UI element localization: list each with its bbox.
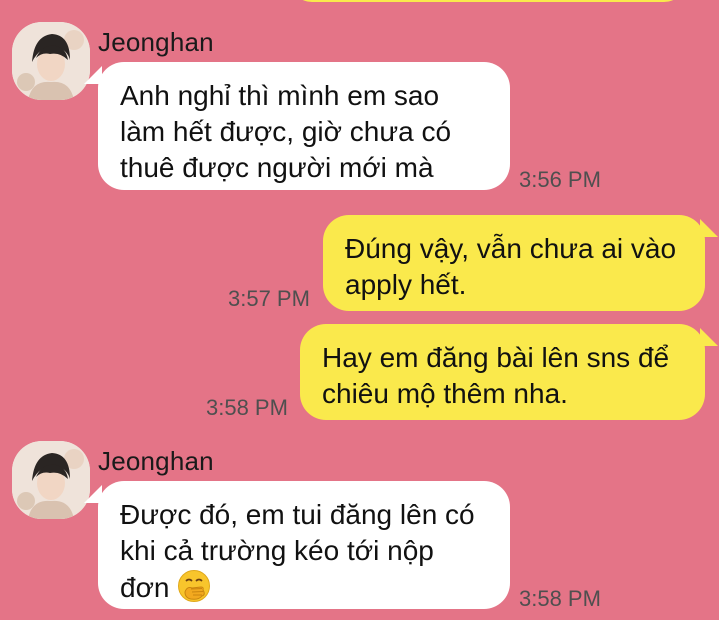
message-timestamp: 3:58 PM (519, 586, 601, 611)
message-bubble-incoming[interactable]: Được đó, em tui đăng lên có khi cả trườn… (98, 481, 510, 609)
message-text-line-with-emoji: đơn (120, 569, 488, 606)
message-bubble-outgoing[interactable]: Đúng vậy, vẫn chưa ai vào apply hết. (323, 215, 705, 311)
message-text-line: khi cả trường kéo tới nộp (120, 535, 434, 566)
chat-window: Jeonghan Anh nghỉ thì mình em sao làm hế… (0, 0, 719, 620)
message-text-line: Hay em đăng bài lên sns để (322, 342, 670, 373)
sender-name: Jeonghan (98, 27, 214, 57)
avatar-photo-icon (12, 441, 90, 519)
message-text-line: Anh nghỉ thì mình em sao (120, 80, 440, 111)
sender-name: Jeonghan (98, 446, 214, 476)
avatar[interactable] (12, 441, 90, 519)
message-text-line: chiêu mộ thêm nha. (322, 378, 568, 409)
message-text-line: Đúng vậy, vẫn chưa ai vào (345, 233, 677, 264)
message-text-line: làm hết được, giờ chưa có (120, 116, 452, 147)
previous-message-bubble[interactable] (290, 0, 686, 2)
message-timestamp: 3:57 PM (228, 286, 310, 311)
message-timestamp: 3:56 PM (519, 167, 601, 192)
message-bubble-incoming[interactable]: Anh nghỉ thì mình em sao làm hết được, g… (98, 62, 510, 190)
message-text-line: Được đó, em tui đăng lên có (120, 499, 475, 530)
bubble-tail (700, 219, 718, 237)
message-timestamp: 3:58 PM (206, 395, 288, 420)
avatar[interactable] (12, 22, 90, 100)
message-text-line: apply hết. (345, 269, 467, 300)
message-bubble-outgoing[interactable]: Hay em đăng bài lên sns để chiêu mộ thêm… (300, 324, 705, 420)
message-text: đơn (120, 572, 170, 603)
message-text-line: thuê được người mới mà (120, 152, 434, 183)
avatar-photo-icon (12, 22, 90, 100)
bubble-tail (700, 328, 718, 346)
hand-over-mouth-emoji-icon (177, 569, 211, 603)
